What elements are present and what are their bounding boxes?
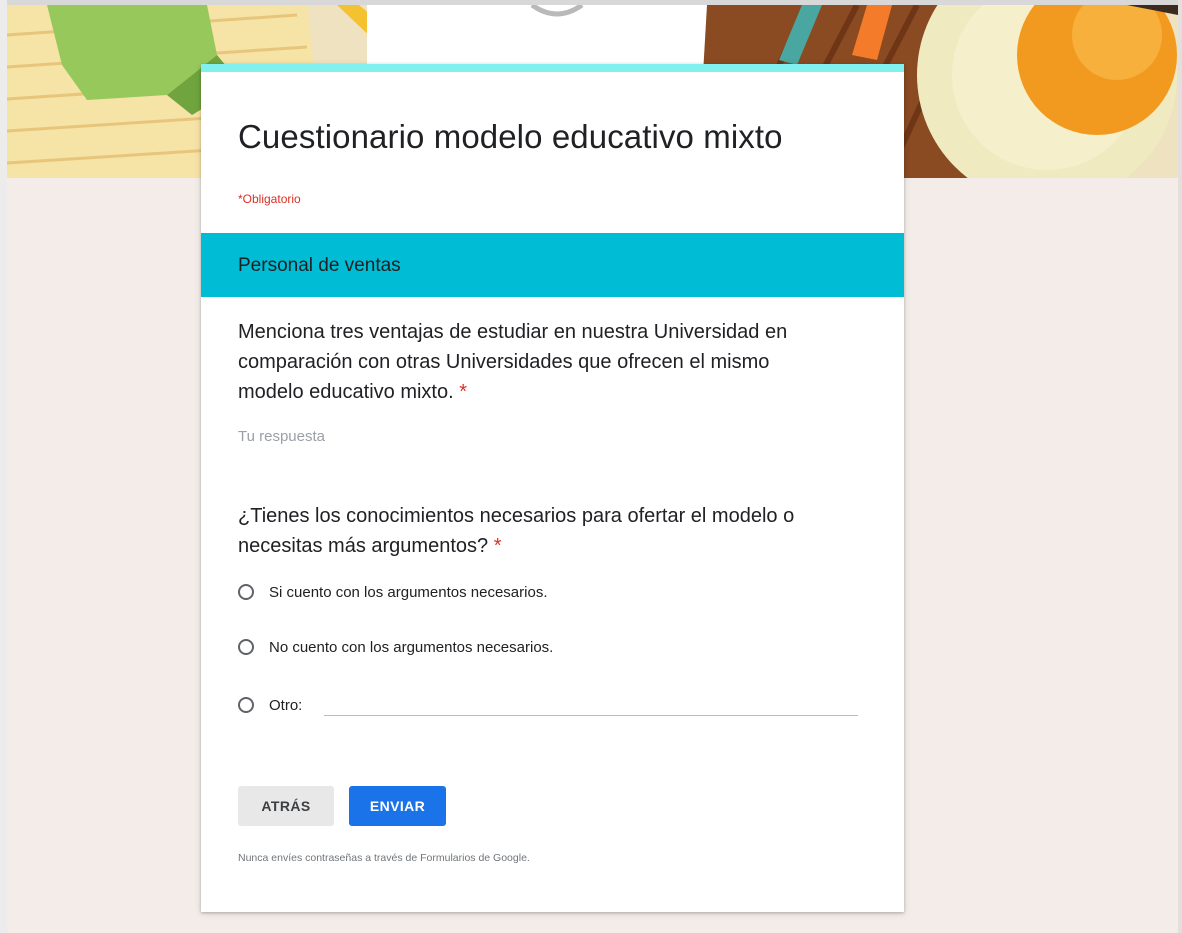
option-label: Otro: (269, 696, 303, 714)
question-1-answer-input[interactable] (238, 428, 538, 445)
radio-button[interactable] (238, 639, 254, 655)
section-title: Personal de ventas (238, 255, 401, 276)
option-si-cuento[interactable]: Si cuento con los argumentos necesarios. (238, 579, 548, 605)
password-warning: Nunca envíes contraseñas a través de For… (238, 852, 530, 864)
radio-button[interactable] (238, 584, 254, 600)
card-accent-bar (201, 64, 904, 72)
question-1-title: Menciona tres ventajas de estudiar en nu… (238, 317, 838, 407)
option-otro[interactable]: Otro: (238, 692, 302, 718)
option-label: No cuento con los argumentos necesarios. (269, 638, 554, 656)
question-2-title: ¿Tienes los conocimientos necesarios par… (238, 501, 878, 561)
required-asterisk: * (459, 381, 468, 403)
form-card: Cuestionario modelo educativo mixto *Obl… (201, 64, 904, 912)
send-button[interactable]: ENVIAR (349, 786, 446, 826)
required-note: *Obligatorio (238, 192, 301, 206)
section-header: Personal de ventas (201, 233, 904, 297)
window-left-border (0, 0, 7, 933)
required-asterisk: * (493, 535, 502, 557)
option-no-cuento[interactable]: No cuento con los argumentos necesarios. (238, 634, 553, 660)
option-label: Si cuento con los argumentos necesarios. (269, 583, 548, 601)
radio-button[interactable] (238, 697, 254, 713)
question-1-text: Menciona tres ventajas de estudiar en nu… (238, 321, 788, 403)
form-title: Cuestionario modelo educativo mixto (238, 118, 783, 155)
back-button[interactable]: ATRÁS (238, 786, 334, 826)
window-right-border (1178, 0, 1182, 933)
other-text-input[interactable] (324, 715, 858, 716)
question-2-text: ¿Tienes los conocimientos necesarios par… (238, 505, 795, 557)
